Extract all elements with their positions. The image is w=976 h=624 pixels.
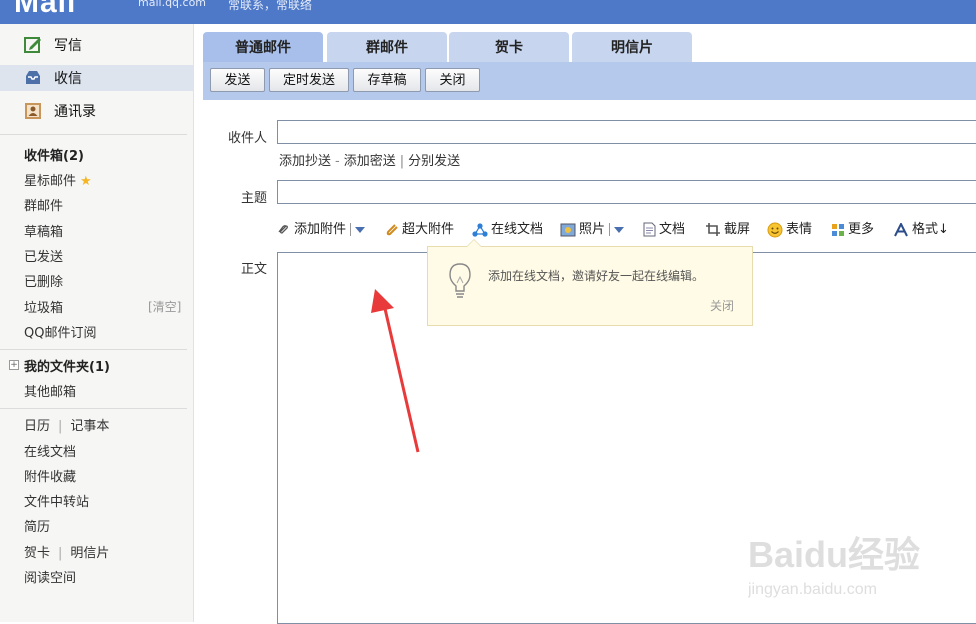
red-arrow-icon (381, 299, 420, 453)
red-arrow-head (371, 289, 394, 313)
annotation-arrow-overlay (371, 289, 420, 453)
